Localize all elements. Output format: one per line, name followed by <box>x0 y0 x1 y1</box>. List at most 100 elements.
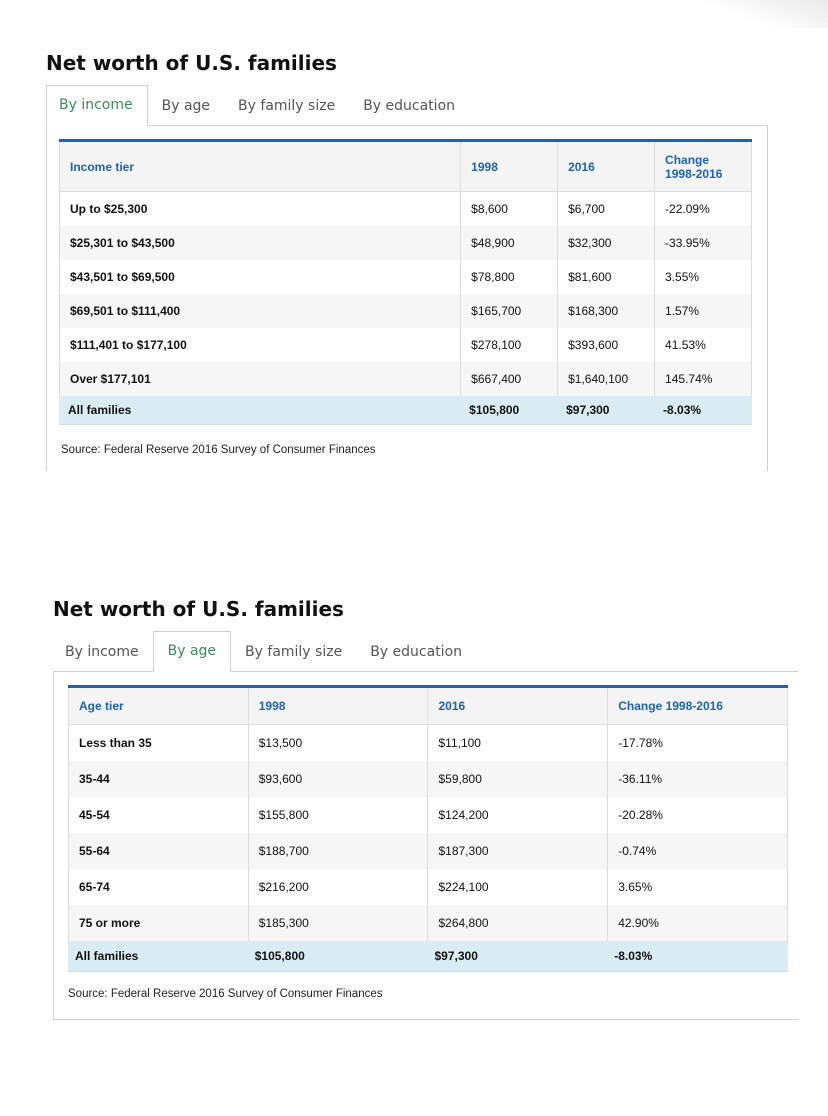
table-row: $111,401 to $177,100 $278,100 $393,600 4… <box>58 327 752 362</box>
tab-bar: By income By age By family size By educa… <box>53 631 799 672</box>
value-1998: $78,800 <box>460 259 559 294</box>
value-1998: $105,800 <box>247 940 429 972</box>
table-row: $43,501 to $69,500 $78,800 $81,600 3.55% <box>58 259 752 294</box>
table-header-row: Age tier 1998 2016 Change 1998-2016 <box>68 686 788 725</box>
total-row: All families $105,800 $97,300 -8.03% <box>68 940 788 972</box>
value-1998: $278,100 <box>460 327 559 362</box>
value-2016: $6,700 <box>557 191 656 226</box>
tab-content: Age tier 1998 2016 Change 1998-2016 Less… <box>53 671 798 1020</box>
tab-by-family-size[interactable]: By family size <box>231 633 356 672</box>
value-1998: $667,400 <box>460 361 559 396</box>
table-row: Less than 35 $13,500 $11,100 -17.78% <box>68 724 788 761</box>
value-change: -8.03% <box>654 395 752 425</box>
value-1998: $188,700 <box>247 832 429 869</box>
value-2016: $59,800 <box>427 760 609 797</box>
value-2016: $124,200 <box>427 796 609 833</box>
value-change: 42.90% <box>607 904 788 941</box>
row-label: All families <box>58 395 462 425</box>
value-1998: $48,900 <box>460 225 559 260</box>
value-change: -0.74% <box>607 832 788 869</box>
table-row: Up to $25,300 $8,600 $6,700 -22.09% <box>58 191 752 226</box>
row-label: 35-44 <box>68 760 249 797</box>
panel-title: Net worth of U.S. families <box>53 597 344 621</box>
table-row: 45-54 $155,800 $124,200 -20.28% <box>68 796 788 833</box>
table-header-row: Income tier 1998 2016 Change 1998-2016 <box>58 140 752 192</box>
value-change: 1.57% <box>654 293 752 328</box>
value-2016: $1,640,100 <box>557 361 656 396</box>
column-header: 1998 <box>460 140 559 192</box>
table-row: Over $177,101 $667,400 $1,640,100 145.74… <box>58 361 752 396</box>
table-row: 75 or more $185,300 $264,800 42.90% <box>68 904 788 941</box>
row-label: 55-64 <box>68 832 249 869</box>
value-2016: $393,600 <box>557 327 656 362</box>
net-worth-panel-age: Net worth of U.S. families By income By … <box>53 594 799 1020</box>
value-change: 145.74% <box>654 361 752 396</box>
column-header: Change 1998-2016 <box>607 686 788 725</box>
value-1998: $165,700 <box>460 293 559 328</box>
value-2016: $32,300 <box>557 225 656 260</box>
row-label: 75 or more <box>68 904 249 941</box>
tab-by-income[interactable]: By income <box>46 85 148 126</box>
tab-by-education[interactable]: By education <box>349 87 469 126</box>
table-row: 35-44 $93,600 $59,800 -36.11% <box>68 760 788 797</box>
row-label: $111,401 to $177,100 <box>58 327 462 362</box>
value-1998: $155,800 <box>247 796 429 833</box>
income-table: Income tier 1998 2016 Change 1998-2016 U… <box>58 139 752 425</box>
table-row: $69,501 to $111,400 $165,700 $168,300 1.… <box>58 293 752 328</box>
tab-by-income[interactable]: By income <box>53 633 153 672</box>
value-change: -22.09% <box>654 191 752 226</box>
value-change: 41.53% <box>654 327 752 362</box>
value-1998: $185,300 <box>247 904 429 941</box>
column-header: 2016 <box>557 140 656 192</box>
row-label: $25,301 to $43,500 <box>58 225 462 260</box>
value-2016: $168,300 <box>557 293 656 328</box>
row-label: Over $177,101 <box>58 361 462 396</box>
value-1998: $93,600 <box>247 760 429 797</box>
value-2016: $81,600 <box>557 259 656 294</box>
value-2016: $187,300 <box>427 832 609 869</box>
value-1998: $13,500 <box>247 724 429 761</box>
tab-by-family-size[interactable]: By family size <box>224 87 349 126</box>
column-header: Income tier <box>58 140 462 192</box>
tab-by-age[interactable]: By age <box>148 87 224 126</box>
value-2016: $264,800 <box>427 904 609 941</box>
total-row: All families $105,800 $97,300 -8.03% <box>58 395 752 425</box>
value-1998: $8,600 <box>460 191 559 226</box>
value-change: -17.78% <box>607 724 788 761</box>
table-row: $25,301 to $43,500 $48,900 $32,300 -33.9… <box>58 225 752 260</box>
value-1998: $216,200 <box>247 868 429 905</box>
value-change: -20.28% <box>607 796 788 833</box>
tab-by-age[interactable]: By age <box>152 631 232 672</box>
row-label: Less than 35 <box>68 724 249 761</box>
value-2016: $224,100 <box>427 868 609 905</box>
value-change: -36.11% <box>607 760 788 797</box>
value-change: 3.65% <box>607 868 788 905</box>
column-header: 2016 <box>427 686 609 725</box>
table-row: 55-64 $188,700 $187,300 -0.74% <box>68 832 788 869</box>
source-note: Source: Federal Reserve 2016 Survey of C… <box>68 988 383 1000</box>
value-change: -33.95% <box>654 225 752 260</box>
row-label: Up to $25,300 <box>58 191 462 226</box>
row-label: $69,501 to $111,400 <box>58 293 462 328</box>
tab-by-education[interactable]: By education <box>356 633 476 672</box>
row-label: All families <box>68 940 249 972</box>
value-2016: $97,300 <box>427 940 609 972</box>
value-2016: $97,300 <box>557 395 656 425</box>
row-label: 65-74 <box>68 868 249 905</box>
age-table: Age tier 1998 2016 Change 1998-2016 Less… <box>68 685 788 972</box>
net-worth-panel-income: Net worth of U.S. families By income By … <box>46 48 768 471</box>
value-2016: $11,100 <box>427 724 609 761</box>
value-change: 3.55% <box>654 259 752 294</box>
source-note: Source: Federal Reserve 2016 Survey of C… <box>61 444 376 456</box>
row-label: 45-54 <box>68 796 249 833</box>
column-header: Age tier <box>68 686 249 725</box>
column-header: 1998 <box>247 686 429 725</box>
tab-bar: By income By age By family size By educa… <box>46 85 768 126</box>
value-change: -8.03% <box>607 940 788 972</box>
corner-shadow <box>708 0 828 28</box>
panel-title: Net worth of U.S. families <box>46 51 337 75</box>
table-row: 65-74 $216,200 $224,100 3.65% <box>68 868 788 905</box>
row-label: $43,501 to $69,500 <box>58 259 462 294</box>
value-1998: $105,800 <box>460 395 559 425</box>
tab-content: Income tier 1998 2016 Change 1998-2016 U… <box>46 125 768 471</box>
